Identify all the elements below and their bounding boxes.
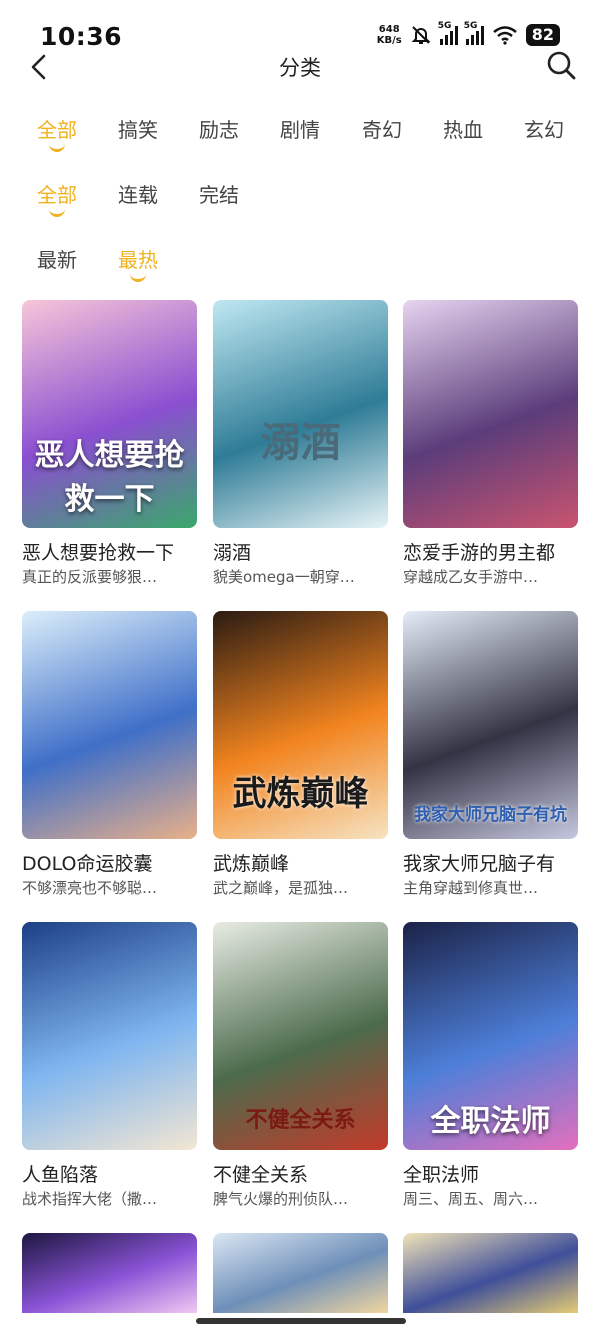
- comic-title[interactable]: 溺酒: [213, 538, 388, 565]
- comic-description: 脾气火爆的刑侦队…: [213, 1190, 349, 1208]
- comic-title[interactable]: 恋爱手游的男主都: [403, 538, 578, 565]
- sort-filter-label: 最热: [118, 248, 158, 272]
- comic-cover[interactable]: [403, 300, 578, 528]
- comic-cover-text: 溺酒: [260, 420, 341, 466]
- nav-header: 分类: [0, 44, 600, 90]
- comic-description: 穿越成乙女手游中…: [403, 568, 539, 586]
- comic-title[interactable]: DOLO命运胶囊: [22, 849, 197, 876]
- genre-filter-label: 玄幻: [524, 118, 564, 142]
- status-filter-label: 完结: [199, 183, 239, 207]
- status-filter-label: 全部: [37, 183, 77, 207]
- sort-filter-newest[interactable]: 最新: [37, 246, 77, 286]
- comic-cover-text: 不健全关系: [245, 1108, 356, 1133]
- comic-description: 战术指挥大佬（撒…: [22, 1190, 158, 1208]
- comic-cover[interactable]: 不健全关系: [213, 922, 388, 1150]
- comic-cover[interactable]: [22, 922, 197, 1150]
- comic-title[interactable]: 恶人想要抢救一下: [22, 538, 197, 565]
- comic-cover[interactable]: [403, 1233, 578, 1313]
- comic-title[interactable]: 武炼巅峰: [213, 849, 388, 876]
- comic-cover[interactable]: 全职法师: [403, 922, 578, 1150]
- battery-indicator: 82: [525, 24, 560, 46]
- genre-filter-comedy[interactable]: 搞笑: [118, 116, 158, 156]
- status-filter-label: 连载: [118, 183, 158, 207]
- genre-filter-inspirational[interactable]: 励志: [199, 116, 239, 156]
- comic-cover-text: 武炼巅峰: [232, 774, 369, 814]
- comic-cover[interactable]: [22, 1233, 197, 1313]
- comic-cover[interactable]: 溺酒: [213, 300, 388, 528]
- signal-2-icon: 5G: [464, 21, 484, 45]
- signal-1-label: 5G: [437, 21, 452, 31]
- comic-cover-text: 全职法师: [430, 1104, 551, 1139]
- genre-filter-label: 全部: [37, 118, 77, 142]
- comic-card[interactable]: 武炼巅峰 武炼巅峰 武之巅峰，是孤独…: [213, 611, 388, 901]
- comic-card[interactable]: [22, 1233, 197, 1313]
- signal-1-icon: 5G: [438, 21, 458, 45]
- status-filter-all[interactable]: 全部: [37, 181, 77, 221]
- genre-filter-label: 搞笑: [118, 118, 158, 142]
- comic-title[interactable]: 人鱼陷落: [22, 1160, 197, 1187]
- genre-filter-label: 奇幻: [362, 118, 402, 142]
- comic-cover-text: 我家大师兄脑子有坑: [414, 805, 567, 825]
- comic-description: 主角穿越到修真世…: [403, 879, 539, 897]
- comic-description: 武之巅峰，是孤独…: [213, 879, 349, 897]
- comic-card[interactable]: [403, 1233, 578, 1313]
- home-indicator[interactable]: [196, 1318, 406, 1324]
- genre-filter-label: 热血: [443, 118, 483, 142]
- genre-filter-xuanhuan[interactable]: 玄幻: [524, 116, 564, 156]
- comic-card[interactable]: 全职法师 全职法师 周三、周五、周六…: [403, 922, 578, 1212]
- comic-description: 不够漂亮也不够聪…: [22, 879, 158, 897]
- comic-cover[interactable]: 我家大师兄脑子有坑: [403, 611, 578, 839]
- page-title: 分类: [279, 56, 321, 80]
- genre-filter-fantasy[interactable]: 奇幻: [362, 116, 402, 156]
- sort-filter-row: 最新 最热: [0, 246, 600, 286]
- search-icon[interactable]: [544, 48, 578, 82]
- genre-filter-label: 励志: [199, 118, 239, 142]
- comic-cover-text: 恶人想要抢救一下: [34, 438, 185, 517]
- comic-cover[interactable]: [213, 1233, 388, 1313]
- comic-card[interactable]: 溺酒 溺酒 貌美omega一朝穿…: [213, 300, 388, 590]
- comic-cover[interactable]: [22, 611, 197, 839]
- genre-filter-drama[interactable]: 剧情: [280, 116, 320, 156]
- genre-filter-action[interactable]: 热血: [443, 116, 483, 156]
- comic-card[interactable]: 人鱼陷落 战术指挥大佬（撒…: [22, 922, 197, 1212]
- comic-card[interactable]: 恋爱手游的男主都 穿越成乙女手游中…: [403, 300, 578, 590]
- comic-cover[interactable]: 武炼巅峰: [213, 611, 388, 839]
- network-speed-value: 648: [378, 24, 400, 35]
- sort-filter-label: 最新: [37, 248, 77, 272]
- comic-description: 真正的反派要够狠…: [22, 568, 158, 586]
- comic-title[interactable]: 我家大师兄脑子有: [403, 849, 578, 876]
- sort-filter-hottest[interactable]: 最热: [118, 246, 158, 286]
- status-filter-row: 全部 连载 完结: [0, 181, 600, 221]
- status-filter-ongoing[interactable]: 连载: [118, 181, 158, 221]
- comic-description: 貌美omega一朝穿…: [213, 568, 355, 586]
- comic-card[interactable]: DOLO命运胶囊 不够漂亮也不够聪…: [22, 611, 197, 901]
- comic-card[interactable]: [213, 1233, 388, 1313]
- comic-card[interactable]: 不健全关系 不健全关系 脾气火爆的刑侦队…: [213, 922, 388, 1212]
- status-filter-completed[interactable]: 完结: [199, 181, 239, 221]
- genre-filter-label: 剧情: [280, 118, 320, 142]
- mute-bell-icon: [411, 26, 431, 44]
- comic-cover[interactable]: 恶人想要抢救一下: [22, 300, 197, 528]
- comic-title[interactable]: 全职法师: [403, 1160, 578, 1187]
- comic-card[interactable]: 我家大师兄脑子有坑 我家大师兄脑子有 主角穿越到修真世…: [403, 611, 578, 901]
- wifi-icon: [492, 26, 517, 45]
- genre-filter-row: 全部 搞笑 励志 剧情 奇幻 热血 玄幻: [0, 116, 600, 156]
- signal-2-label: 5G: [463, 21, 478, 31]
- genre-filter-all[interactable]: 全部: [37, 116, 77, 156]
- comic-title[interactable]: 不健全关系: [213, 1160, 388, 1187]
- comic-description: 周三、周五、周六…: [403, 1190, 539, 1208]
- network-speed: 648 KB/s: [377, 24, 402, 46]
- comic-card[interactable]: 恶人想要抢救一下 恶人想要抢救一下 真正的反派要够狠…: [22, 300, 197, 590]
